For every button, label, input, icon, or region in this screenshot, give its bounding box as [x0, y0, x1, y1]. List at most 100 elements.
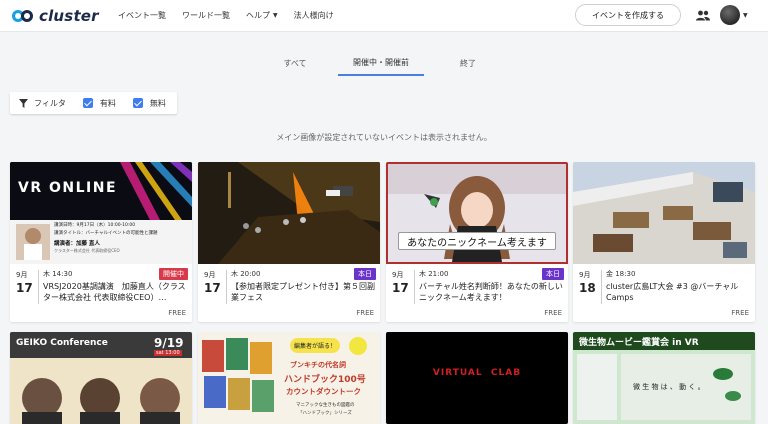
filter-icon — [19, 98, 28, 108]
event-card[interactable]: 9月 18 金 18:30 cluster広島LT大会 #3 @バーチャルCam… — [573, 162, 755, 322]
lecture-date-text: 講演日時：9月17日（木）10:00-10:00 — [54, 223, 136, 228]
handbook-sub-1: マニアックな生きもの図鑑の — [296, 403, 355, 408]
handbook-headline-2: ハンドブック100号 — [284, 375, 366, 385]
event-card[interactable]: 微生物ムービー鑑賞会 in VR 微 生 物 は 、 動 く 。 — [573, 332, 755, 424]
event-info: 9月 17 木 14:30 開催中 VRSJ2020基調講演 加藤直人（クラスタ… — [10, 264, 192, 322]
microbe-caption: 微 生 物 は 、 動 く 。 — [633, 383, 705, 391]
event-card[interactable]: VIRTUAL CLAB — [386, 332, 568, 424]
tab-all-label: すべて — [283, 58, 307, 68]
top-header: cluster イベント一覧 ワールド一覧 ヘルプ ▼ 法人様向け イベントを作成… — [0, 0, 768, 32]
filter-bar: フィルタ 有料 無料 — [10, 92, 177, 114]
event-day: 17 — [16, 281, 33, 295]
event-price: FREE — [731, 309, 749, 317]
event-thumbnail: あなたのニックネーム考えます — [386, 162, 568, 264]
event-title: 【参加者限定プレゼント付き】第５回副業フェス — [231, 282, 375, 302]
paid-label: 有料 — [99, 98, 116, 108]
nav-events-label: イベント一覧 — [118, 11, 166, 20]
nav-worlds-label: ワールド一覧 — [182, 11, 230, 20]
nav-help-label: ヘルプ — [246, 11, 270, 20]
event-card[interactable]: GEIKO Conference 9/19 sat 13:00 — [10, 332, 192, 424]
create-event-button[interactable]: イベントを作成する — [575, 4, 681, 26]
lecturer-affiliation-text: クラスター株式会社 代表取締役CEO — [54, 248, 120, 253]
notice-text: メイン画像が設定されていないイベントは表示されません。 — [276, 133, 492, 142]
event-month: 9月 — [204, 271, 216, 279]
lecture-title-text: 講演タイトル：バーチャルイベントの可能性と課題 — [54, 231, 158, 236]
status-badge: 開催中 — [159, 268, 188, 280]
event-price: FREE — [168, 309, 186, 317]
status-badge: 本日 — [542, 268, 564, 280]
cluster-logo[interactable]: cluster — [12, 7, 104, 25]
geiko-date: 9/19 — [154, 336, 184, 350]
event-card[interactable]: 編集者が語る！ ブンキチの代名詞 ハンドブック100号 カウントダウントーク マ… — [198, 332, 380, 424]
event-info: 9月 18 金 18:30 cluster広島LT大会 #3 @バーチャルCam… — [573, 264, 755, 322]
handbook-headline-3: カウントダウントーク — [286, 387, 361, 396]
avatar-chevron-down-icon[interactable]: ▼ — [743, 12, 748, 19]
tab-all[interactable]: すべて — [262, 50, 328, 76]
event-day: 17 — [392, 281, 409, 295]
date-divider — [226, 270, 227, 304]
event-time: 木 20:00 — [231, 270, 261, 278]
tab-ended-label: 終了 — [460, 58, 476, 68]
nav-business-label: 法人様向け — [293, 11, 334, 20]
tab-upcoming[interactable]: 開催中・開催前 — [338, 50, 424, 76]
event-title: cluster広島LT大会 #3 @バーチャルCamps — [606, 282, 739, 302]
event-thumbnail: VR ONLINE 講演日時：9月17日（木）10:00-10:00 講演タイト… — [10, 162, 192, 264]
event-thumbnail: GEIKO Conference 9/19 sat 13:00 — [10, 332, 192, 424]
event-month: 9月 — [392, 271, 404, 279]
event-price: FREE — [356, 309, 374, 317]
nickname-banner: あなたのニックネーム考えます — [398, 232, 556, 250]
user-avatar[interactable] — [720, 5, 740, 25]
filter-label: フィルタ — [34, 98, 66, 108]
tab-upcoming-label: 開催中・開催前 — [353, 57, 409, 67]
lecturer-text: 講演者：加藤 直人 — [54, 241, 100, 247]
event-time: 金 18:30 — [606, 270, 636, 278]
handbook-headline-1: ブンキチの代名詞 — [290, 361, 346, 369]
free-checkbox[interactable]: 無料 — [132, 98, 166, 109]
nav-events[interactable]: イベント一覧 — [118, 10, 166, 21]
event-card[interactable]: 9月 17 木 20:00 本日 【参加者限定プレゼント付き】第５回副業フェス … — [198, 162, 380, 322]
logo-text: cluster — [39, 6, 99, 25]
event-card[interactable]: VR ONLINE 講演日時：9月17日（木）10:00-10:00 講演タイト… — [10, 162, 192, 322]
event-thumbnail — [573, 162, 755, 264]
geiko-time: sat 13:00 — [154, 350, 182, 356]
event-info: 9月 17 木 21:00 本日 バーチャル姓名判断師！あなたの新しいニックネー… — [386, 264, 568, 322]
event-thumbnail: 微生物ムービー鑑賞会 in VR 微 生 物 は 、 動 く 。 — [573, 332, 755, 424]
nav-business[interactable]: 法人様向け — [294, 10, 334, 21]
event-date: 9月 17 — [392, 270, 412, 295]
checkbox-checked-icon — [132, 98, 143, 108]
vr-online-title: VR ONLINE — [18, 180, 118, 196]
checkbox-checked-icon — [82, 98, 93, 108]
event-month: 9月 — [16, 271, 28, 279]
event-time: 木 14:30 — [43, 270, 73, 278]
event-thumbnail: 編集者が語る！ ブンキチの代名詞 ハンドブック100号 カウントダウントーク マ… — [198, 332, 380, 424]
event-day: 17 — [204, 281, 221, 295]
virtual-venue-artwork — [198, 162, 380, 264]
microbe-title: 微生物ムービー鑑賞会 in VR — [579, 338, 699, 348]
event-card[interactable]: あなたのニックネーム考えます 9月 17 木 21:00 本日 バーチャル姓名判… — [386, 162, 568, 322]
event-tabs: すべて 開催中・開催前 終了 — [0, 50, 768, 76]
tab-ended[interactable]: 終了 — [436, 50, 500, 76]
main-nav: イベント一覧 ワールド一覧 ヘルプ ▼ 法人様向け — [118, 10, 350, 21]
event-title: バーチャル姓名判断師！あなたの新しいニックネーム考えます！ — [419, 282, 563, 302]
editor-bubble: 編集者が語る！ — [290, 338, 341, 353]
event-time: 木 21:00 — [419, 270, 449, 278]
event-title: VRSJ2020基調講演 加藤直人（クラスター株式会社 代表取締役CEO）… — [43, 282, 186, 302]
event-thumbnail: VIRTUAL CLAB — [386, 332, 568, 424]
event-price: FREE — [544, 309, 562, 317]
event-month: 9月 — [579, 271, 591, 279]
friends-icon[interactable] — [696, 10, 710, 21]
filter-button[interactable]: フィルタ — [19, 98, 66, 109]
virtual-clab-title: VIRTUAL CLAB — [432, 368, 522, 378]
nav-help[interactable]: ヘルプ ▼ — [246, 10, 278, 21]
nav-worlds[interactable]: ワールド一覧 — [182, 10, 230, 21]
event-date: 9月 17 — [16, 270, 36, 295]
virtual-camps-artwork — [573, 162, 755, 264]
date-divider — [601, 270, 602, 304]
geiko-title: GEIKO Conference — [16, 338, 108, 348]
date-divider — [414, 270, 415, 304]
date-divider — [38, 270, 39, 304]
chevron-down-icon: ▼ — [273, 12, 278, 19]
event-date: 9月 17 — [204, 270, 224, 295]
paid-checkbox[interactable]: 有料 — [82, 98, 116, 109]
free-label: 無料 — [149, 98, 166, 108]
